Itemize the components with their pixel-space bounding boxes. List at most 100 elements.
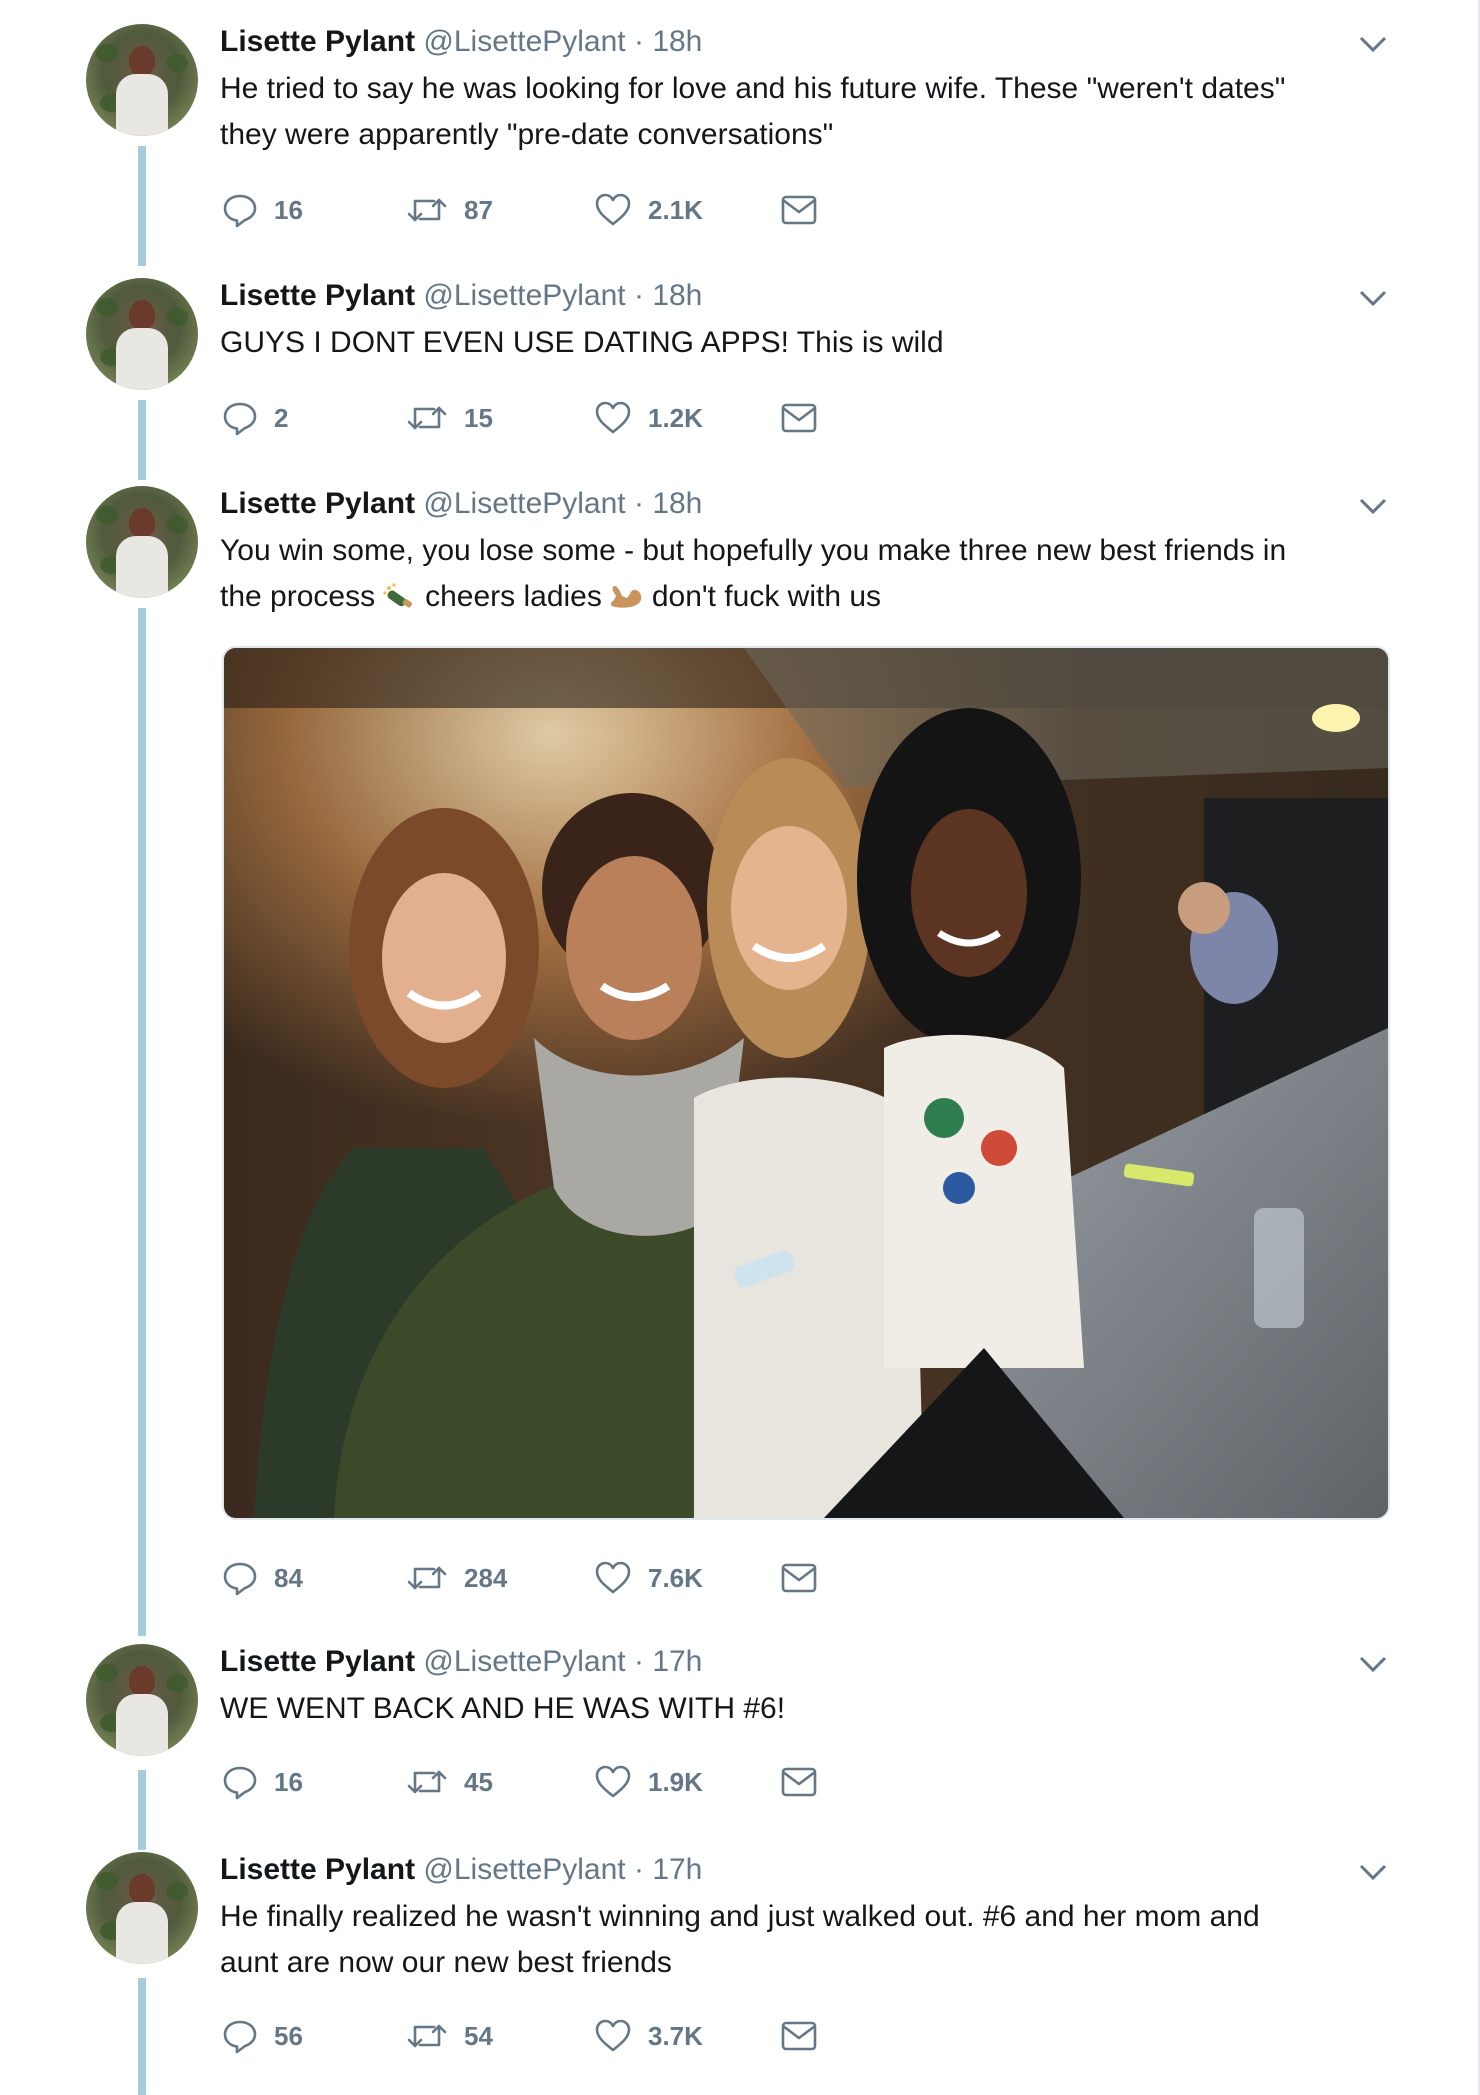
retweet-count: 54 — [464, 2020, 493, 2051]
chevron-down-icon[interactable] — [1358, 1654, 1388, 1674]
envelope-icon — [781, 1767, 817, 1797]
heart-icon — [595, 193, 631, 226]
reply-count: 56 — [274, 2020, 303, 2051]
reply-icon — [223, 1766, 257, 1800]
tweet-text: WE WENT BACK AND HE WAS WITH #6! — [220, 1686, 1400, 1732]
user-handle[interactable]: @LisettePylant — [423, 1853, 625, 1886]
direct-message-button[interactable] — [780, 188, 818, 232]
tweet-text-segment: the process — [220, 580, 376, 613]
retweet-count: 45 — [464, 1766, 493, 1797]
separator-dot: · — [625, 25, 653, 58]
tweet[interactable]: Lisette Pylant @LisettePylant · 18h GUYS… — [0, 254, 1480, 464]
chevron-down-icon[interactable] — [1358, 496, 1388, 516]
direct-message-button[interactable] — [780, 396, 818, 440]
reply-icon — [223, 2020, 257, 2054]
retweet-count: 284 — [464, 1562, 508, 1593]
timestamp[interactable]: 18h — [652, 279, 702, 312]
avatar[interactable] — [86, 1852, 198, 1964]
like-button[interactable]: 7.6K — [594, 1556, 703, 1600]
avatar[interactable] — [86, 1644, 198, 1756]
heart-icon — [595, 2019, 631, 2052]
envelope-icon — [781, 1563, 817, 1593]
like-button[interactable]: 1.2K — [594, 396, 703, 440]
direct-message-button[interactable] — [780, 1556, 818, 1600]
tweet-text-segment: cheers ladies — [425, 580, 602, 613]
timestamp[interactable]: 18h — [652, 25, 702, 58]
retweet-button[interactable]: 87 — [406, 188, 493, 232]
retweet-icon — [407, 406, 447, 430]
like-button[interactable]: 3.7K — [594, 2014, 703, 2058]
separator-dot: · — [625, 487, 653, 520]
tweet-text-line: GUYS I DONT EVEN USE DATING APPS! This i… — [220, 326, 944, 359]
chevron-down-icon[interactable] — [1358, 1862, 1388, 1882]
timestamp[interactable]: 18h — [652, 487, 702, 520]
reply-button[interactable]: 56 — [222, 2014, 303, 2058]
retweet-button[interactable]: 15 — [406, 396, 493, 440]
display-name[interactable]: Lisette Pylant — [220, 487, 415, 520]
tweet-text: He finally realized he wasn't winning an… — [220, 1894, 1400, 1986]
reply-count: 2 — [274, 402, 289, 433]
chevron-down-icon[interactable] — [1358, 288, 1388, 308]
timestamp[interactable]: 17h — [652, 1853, 702, 1886]
like-button[interactable]: 2.1K — [594, 188, 703, 232]
avatar[interactable] — [86, 486, 198, 598]
display-name[interactable]: Lisette Pylant — [220, 25, 415, 58]
tweet-header: Lisette Pylant @LisettePylant · 18h — [220, 484, 702, 524]
user-handle[interactable]: @LisettePylant — [423, 1645, 625, 1678]
retweet-icon — [407, 1770, 447, 1794]
tweet-text-line: aunt are now our new best friends — [220, 1946, 672, 1979]
reply-count: 16 — [274, 194, 303, 225]
envelope-icon — [781, 403, 817, 433]
display-name[interactable]: Lisette Pylant — [220, 1645, 415, 1678]
tweet-text-line: He tried to say he was looking for love … — [220, 72, 1286, 105]
chevron-down-icon[interactable] — [1358, 34, 1388, 54]
tweet-text-line: the process cheers ladies don't fuck with … — [220, 574, 1400, 620]
like-count: 7.6K — [648, 1562, 703, 1593]
retweet-icon — [407, 198, 447, 222]
envelope-icon — [781, 195, 817, 225]
tweet-photo[interactable] — [222, 646, 1390, 1520]
tweet-text-line: WE WENT BACK AND HE WAS WITH #6! — [220, 1692, 786, 1725]
avatar[interactable] — [86, 278, 198, 390]
retweet-count: 87 — [464, 194, 493, 225]
reply-count: 16 — [274, 1766, 303, 1797]
envelope-icon — [781, 2021, 817, 2051]
direct-message-button[interactable] — [780, 2014, 818, 2058]
tweet[interactable]: Lisette Pylant @LisettePylant · 18h He t… — [0, 0, 1480, 250]
user-handle[interactable]: @LisettePylant — [423, 25, 625, 58]
flexed-biceps-icon — [610, 585, 642, 608]
display-name[interactable]: Lisette Pylant — [220, 1853, 415, 1886]
separator-dot: · — [625, 1853, 653, 1886]
tweet-text-line: He finally realized he wasn't winning an… — [220, 1900, 1260, 1933]
retweet-icon — [407, 1566, 447, 1590]
separator-dot: · — [625, 1645, 653, 1678]
timestamp[interactable]: 17h — [652, 1645, 702, 1678]
reply-button[interactable]: 84 — [222, 1556, 303, 1600]
retweet-button[interactable]: 284 — [406, 1556, 507, 1600]
tweet[interactable]: Lisette Pylant @LisettePylant · 17h He f… — [0, 1844, 1480, 2095]
retweet-button[interactable]: 54 — [406, 2014, 493, 2058]
like-button[interactable]: 1.9K — [594, 1760, 703, 1804]
tweet-text: He tried to say he was looking for love … — [220, 66, 1400, 158]
reply-count: 84 — [274, 1562, 303, 1593]
tweet-header: Lisette Pylant @LisettePylant · 18h — [220, 22, 702, 62]
photo-image — [224, 648, 1388, 1518]
reply-button[interactable]: 16 — [222, 188, 303, 232]
tweet-header: Lisette Pylant @LisettePylant · 17h — [220, 1642, 702, 1682]
retweet-icon — [407, 2024, 447, 2048]
tweet[interactable]: Lisette Pylant @LisettePylant · 18h You … — [0, 462, 1480, 1632]
display-name[interactable]: Lisette Pylant — [220, 279, 415, 312]
tweet[interactable]: Lisette Pylant @LisettePylant · 17h WE W… — [0, 1636, 1480, 1846]
direct-message-button[interactable] — [780, 1760, 818, 1804]
user-handle[interactable]: @LisettePylant — [423, 279, 625, 312]
like-count: 3.7K — [648, 2020, 703, 2051]
reply-button[interactable]: 2 — [222, 396, 288, 440]
avatar[interactable] — [86, 24, 198, 136]
like-count: 1.9K — [648, 1766, 703, 1797]
retweet-button[interactable]: 45 — [406, 1760, 493, 1804]
user-handle[interactable]: @LisettePylant — [423, 487, 625, 520]
bottle-with-popping-cork-icon — [383, 583, 413, 608]
reply-button[interactable]: 16 — [222, 1760, 303, 1804]
tweet-text: GUYS I DONT EVEN USE DATING APPS! This i… — [220, 320, 1400, 366]
separator-dot: · — [625, 279, 653, 312]
